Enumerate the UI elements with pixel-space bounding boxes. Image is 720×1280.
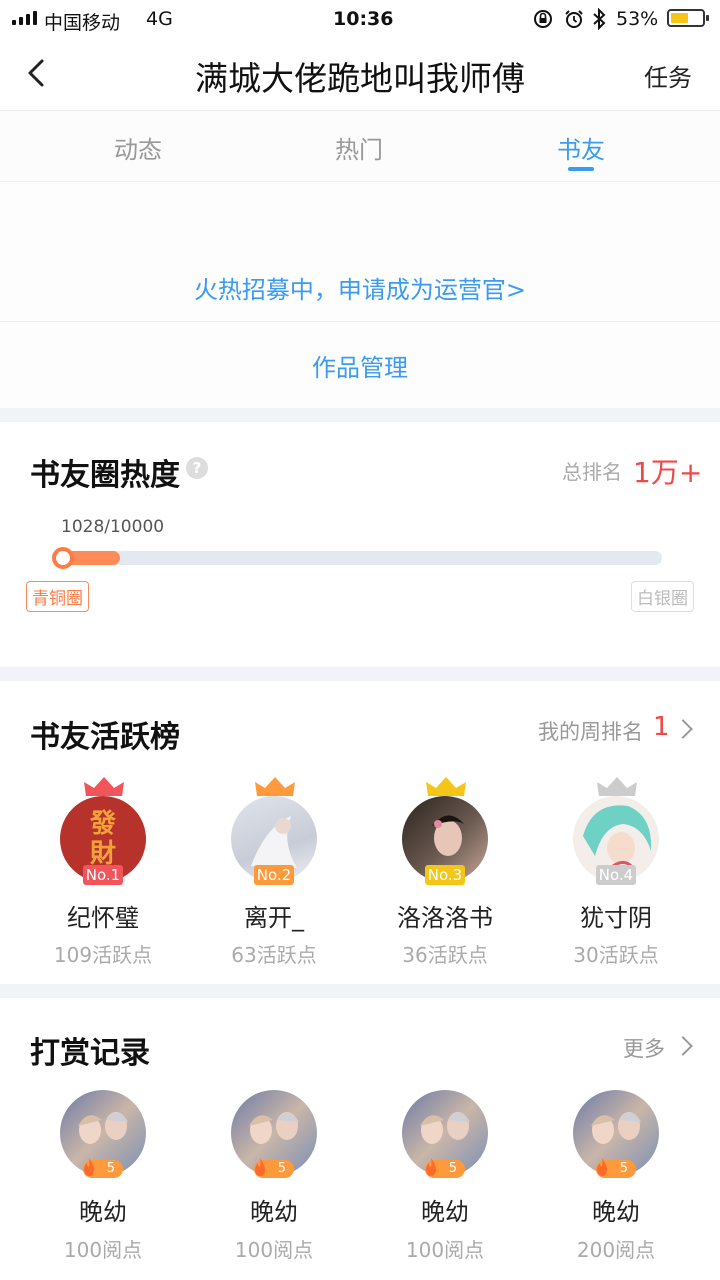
- total-rank-label: 总排名: [562, 460, 622, 484]
- rank-badge: No.3: [425, 865, 465, 885]
- tab-dynamics[interactable]: 动态: [78, 130, 198, 165]
- rank-badge: No.4: [596, 865, 636, 885]
- activity-title: 书友活跃榜: [30, 720, 180, 755]
- crown-icon: [255, 777, 295, 796]
- tier-next-badge: 白银圈: [631, 581, 694, 612]
- heat-progress-track: [58, 551, 662, 565]
- crown-icon: [426, 777, 466, 796]
- tab-hot[interactable]: 热门: [299, 130, 419, 165]
- rank-badge: No.2: [254, 865, 294, 885]
- crown-icon: [84, 777, 124, 796]
- rewards-title: 打赏记录: [30, 1036, 150, 1071]
- member-points: 109活跃点: [53, 943, 153, 967]
- member-name: 离开_: [244, 904, 304, 932]
- reward-points: 100阅点: [405, 1238, 485, 1262]
- member-points: 30活跃点: [573, 943, 659, 967]
- chevron-right-icon[interactable]: [673, 1036, 693, 1056]
- alarm-icon: [565, 10, 583, 28]
- member-name: 洛洛洛书: [397, 904, 493, 932]
- chevron-right-icon[interactable]: [673, 719, 693, 739]
- fire-icon: [597, 1158, 607, 1176]
- active-tab-indicator: [568, 167, 594, 171]
- member-name: 纪怀璧: [67, 904, 139, 932]
- bluetooth-icon: [593, 8, 606, 30]
- signal-icon: [12, 11, 37, 25]
- more-link[interactable]: 更多: [623, 1033, 665, 1063]
- network-label: 4G: [146, 8, 173, 30]
- section-gap: [0, 984, 720, 998]
- crown-icon: [597, 777, 637, 796]
- clock: 10:36: [333, 8, 394, 30]
- recruit-link[interactable]: 火热招募中，申请成为运营官>: [0, 270, 720, 305]
- orientation-lock-icon: [534, 10, 552, 28]
- tier-current-badge: 青铜圈: [26, 581, 89, 612]
- fire-icon: [426, 1158, 436, 1176]
- reward-points: 100阅点: [63, 1238, 143, 1262]
- my-weekly-rank-value: 1: [653, 712, 670, 742]
- reward-user-name: 晚幼: [421, 1198, 469, 1226]
- reward-user-name: 晚幼: [592, 1198, 640, 1226]
- manage-works-link[interactable]: 作品管理: [0, 348, 720, 383]
- heat-progress-marker: [52, 547, 74, 569]
- section-gap: [0, 408, 720, 422]
- reward-user-name: 晚幼: [79, 1198, 127, 1226]
- reward-points: 100阅点: [234, 1238, 314, 1262]
- fire-icon: [255, 1158, 265, 1176]
- fire-icon: [84, 1158, 94, 1176]
- section-gap: [0, 667, 720, 681]
- page-title: 满城大佬跪地叫我师傅: [195, 59, 525, 98]
- divider: [0, 321, 720, 322]
- battery-percent: 53%: [616, 8, 659, 30]
- svg-text:發: 發: [89, 809, 117, 839]
- member-points: 63活跃点: [231, 943, 317, 967]
- member-points: 36活跃点: [402, 943, 488, 967]
- help-icon[interactable]: ?: [186, 457, 208, 479]
- member-name: 犹寸阴: [580, 904, 652, 932]
- reward-user-name: 晚幼: [250, 1198, 298, 1226]
- heat-progress-text: 1028/10000: [61, 517, 165, 537]
- heat-title: 书友圈热度: [30, 458, 180, 493]
- reward-points: 200阅点: [576, 1238, 656, 1262]
- carrier-label: 中国移动: [44, 12, 121, 34]
- task-button[interactable]: 任务: [644, 58, 692, 93]
- total-rank-value: 1万+: [633, 456, 703, 489]
- battery-icon: [667, 9, 709, 27]
- rank-badge: No.1: [83, 865, 123, 885]
- tab-readers[interactable]: 书友: [521, 130, 641, 165]
- my-weekly-rank-label[interactable]: 我的周排名: [538, 716, 643, 746]
